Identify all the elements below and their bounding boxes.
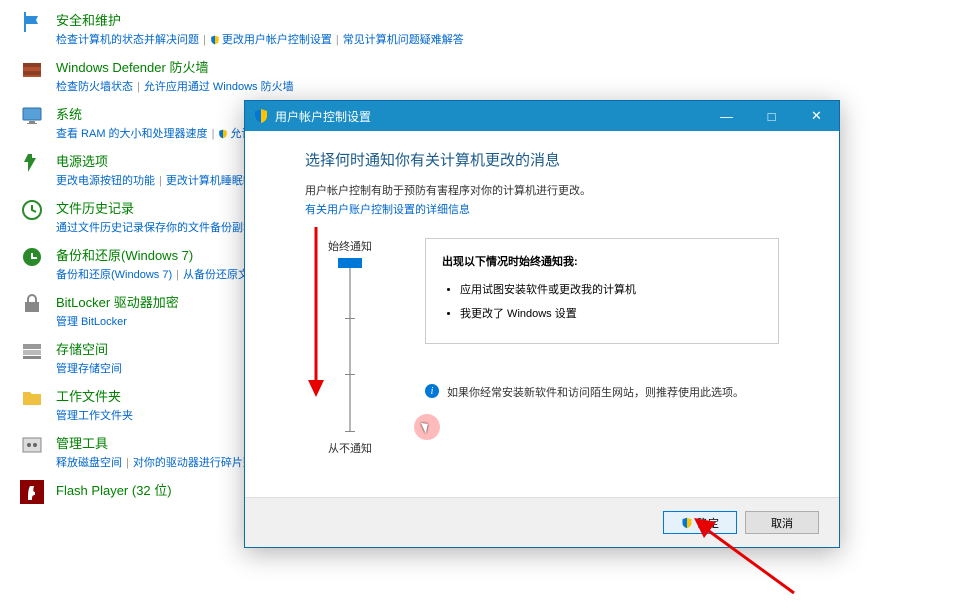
cp-link[interactable]: 管理 BitLocker [56, 316, 127, 328]
uac-slider[interactable] [349, 262, 351, 432]
cancel-button[interactable]: 取消 [745, 511, 819, 534]
info-column: 出现以下情况时始终通知我: 应用试图安装软件或更改我的计算机 我更改了 Wind… [425, 238, 779, 456]
cp-item: Windows Defender 防火墙检查防火墙状态|允许应用通过 Windo… [20, 57, 955, 94]
admin-icon [20, 433, 44, 457]
cp-link[interactable]: 检查防火墙状态 [56, 81, 133, 93]
dialog-titlebar[interactable]: 用户帐户控制设置 — □ ✕ [245, 101, 839, 131]
cp-title[interactable]: 安全和维护 [56, 10, 955, 29]
cancel-label: 取消 [771, 515, 793, 531]
info-box-title: 出现以下情况时始终通知我: [442, 253, 762, 269]
info-box: 出现以下情况时始终通知我: 应用试图安装软件或更改我的计算机 我更改了 Wind… [425, 238, 779, 344]
dialog-heading: 选择何时通知你有关计算机更改的消息 [305, 149, 779, 170]
cp-link[interactable]: 查看 RAM 的大小和处理器速度 [56, 128, 208, 140]
info-item: 应用试图安装软件或更改我的计算机 [460, 281, 762, 297]
storage-icon [20, 339, 44, 363]
close-button[interactable]: ✕ [794, 101, 839, 131]
info-box-list: 应用试图安装软件或更改我的计算机 我更改了 Windows 设置 [460, 281, 762, 321]
firewall-icon [20, 57, 44, 81]
workfolder-icon [20, 386, 44, 410]
dialog-title: 用户帐户控制设置 [275, 108, 704, 125]
cp-links: 检查计算机的状态并解决问题|更改用户帐户控制设置|常见计算机问题疑难解答 [56, 31, 955, 47]
cp-item: 安全和维护检查计算机的状态并解决问题|更改用户帐户控制设置|常见计算机问题疑难解… [20, 10, 955, 47]
uac-dialog: 用户帐户控制设置 — □ ✕ 选择何时通知你有关计算机更改的消息 用户帐户控制有… [244, 100, 840, 548]
cp-link[interactable]: 更改用户帐户控制设置 [222, 34, 332, 46]
cp-link[interactable]: 允许应用通过 Windows 防火墙 [144, 81, 294, 93]
cp-link[interactable]: 更改电源按钮的功能 [56, 175, 155, 187]
cp-link[interactable]: 常见计算机问题疑难解答 [343, 34, 464, 46]
help-link[interactable]: 有关用户账户控制设置的详细信息 [305, 204, 470, 216]
cp-title[interactable]: Windows Defender 防火墙 [56, 57, 955, 76]
cp-link[interactable]: 检查计算机的状态并解决问题 [56, 34, 199, 46]
info-item: 我更改了 Windows 设置 [460, 305, 762, 321]
recommendation-note: i 如果你经常安装新软件和访问陌生网站，则推荐使用此选项。 [425, 384, 779, 400]
cp-links: 检查防火墙状态|允许应用通过 Windows 防火墙 [56, 78, 955, 94]
shield-icon [681, 517, 693, 529]
cp-link[interactable]: 释放磁盘空间 [56, 457, 122, 469]
cp-link[interactable]: 管理工作文件夹 [56, 410, 133, 422]
system-icon [20, 104, 44, 128]
ok-button[interactable]: 确定 [663, 511, 737, 534]
slider-label-bottom: 从不通知 [328, 440, 372, 456]
slider-area: 始终通知 从不通知 出现以下情况时始终通知我: 应用试图安装软件或更改我的计算机… [305, 238, 779, 456]
maximize-button[interactable]: □ [749, 101, 794, 131]
dialog-footer: 确定 取消 [245, 497, 839, 547]
dialog-body: 选择何时通知你有关计算机更改的消息 用户帐户控制有助于预防有害程序对你的计算机进… [245, 131, 839, 497]
dialog-description: 用户帐户控制有助于预防有害程序对你的计算机进行更改。 [305, 182, 779, 198]
power-icon [20, 151, 44, 175]
history-icon [20, 198, 44, 222]
slider-column: 始终通知 从不通知 [305, 238, 395, 456]
note-text: 如果你经常安装新软件和访问陌生网站，则推荐使用此选项。 [447, 384, 744, 400]
slider-thumb[interactable] [338, 258, 362, 268]
cp-link[interactable]: 管理存储空间 [56, 363, 122, 375]
backup-icon [20, 245, 44, 269]
shield-icon [253, 108, 269, 124]
flash-icon [20, 480, 44, 504]
info-icon: i [425, 384, 439, 398]
cp-link[interactable]: 通过文件历史记录保存你的文件备份副本 [56, 222, 254, 234]
minimize-button[interactable]: — [704, 101, 749, 131]
flag-icon [20, 10, 44, 34]
ok-label: 确定 [697, 515, 719, 531]
window-controls: — □ ✕ [704, 101, 839, 131]
slider-label-top: 始终通知 [328, 238, 372, 254]
bitlocker-icon [20, 292, 44, 316]
cp-link[interactable]: 备份和还原(Windows 7) [56, 269, 172, 281]
